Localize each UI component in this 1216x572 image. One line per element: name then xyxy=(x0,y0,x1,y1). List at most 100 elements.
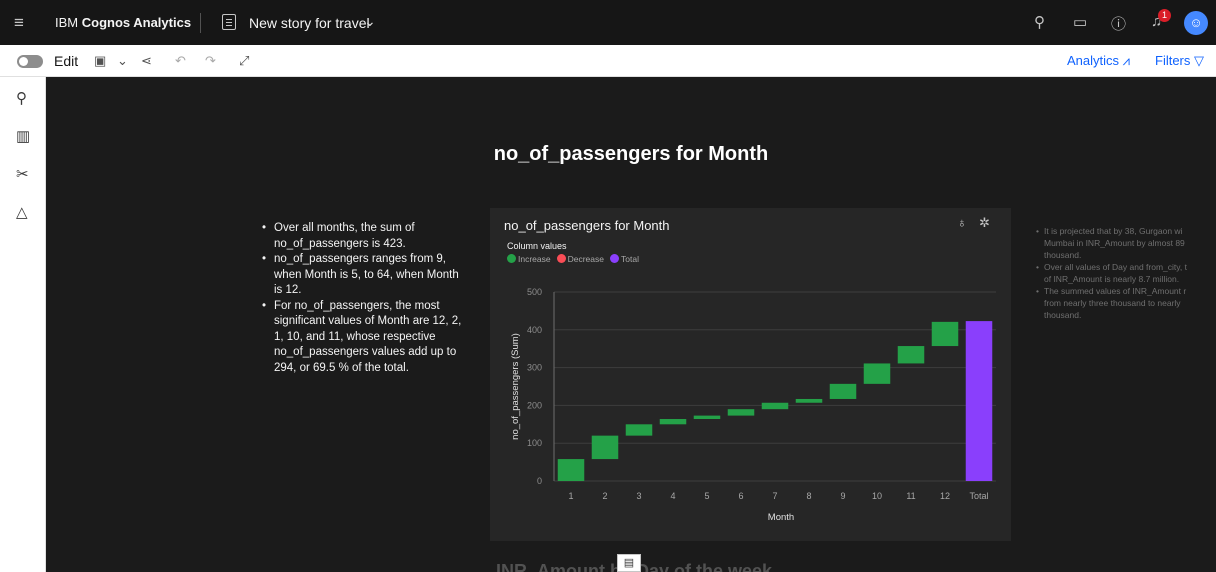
widgets-icon[interactable]: ✂ xyxy=(16,165,29,183)
y-axis-title: no_of_passengers (Sum) xyxy=(510,333,521,440)
legend-item-increase[interactable]: Increase xyxy=(507,254,551,264)
x-axis-title: Month xyxy=(768,512,794,523)
legend-title: Column values xyxy=(507,241,567,251)
right-insight-line: of INR_Amount is nearly 8.7 million. xyxy=(1044,274,1180,284)
x-tick-label: 9 xyxy=(840,491,845,501)
legend-swatch xyxy=(556,254,566,263)
x-tick-label: 12 xyxy=(940,491,950,501)
hamburger-menu-icon[interactable]: ≡ xyxy=(14,13,24,33)
filters-button[interactable]: Filters ▽ xyxy=(1155,53,1204,69)
legend-label: Total xyxy=(621,254,639,264)
settings-icon[interactable]: ✲ xyxy=(979,215,990,231)
story-title[interactable]: New story for travel xyxy=(249,15,370,31)
x-tick-label: 10 xyxy=(872,491,882,501)
top-nav-bar: ≡ IBM Cognos Analytics New story for tra… xyxy=(0,0,1216,45)
right-insight-item: The summed values of INR_Amount r from ne… xyxy=(1036,285,1216,321)
legend-label: Decrease xyxy=(567,254,604,264)
x-tick-label: 5 xyxy=(704,491,709,501)
right-insight-line: thousand. xyxy=(1044,310,1082,320)
analytics-button[interactable]: Analytics ⩘ xyxy=(1067,53,1130,69)
y-tick-label: 100 xyxy=(527,438,542,448)
redo-icon[interactable]: ↷ xyxy=(205,53,216,69)
y-tick-label: 0 xyxy=(537,476,542,486)
chart-legend: Increase Decrease Total xyxy=(507,254,639,264)
legend-label: Increase xyxy=(518,254,551,264)
right-insight-line: from nearly three thousand to nearly xyxy=(1044,298,1181,308)
filter-icon: ▽ xyxy=(1194,53,1205,68)
user-avatar[interactable]: ☺ xyxy=(1184,11,1208,35)
waterfall-bar[interactable] xyxy=(557,459,585,481)
x-tick-label: 1 xyxy=(568,491,573,501)
insight-item: no_of_passengers ranges from 9, when Mon… xyxy=(260,252,470,299)
waterfall-bar[interactable] xyxy=(625,424,653,436)
y-tick-label: 300 xyxy=(527,363,542,373)
legend-swatch xyxy=(610,254,619,263)
waterfall-bar[interactable] xyxy=(795,398,823,403)
legend-swatch xyxy=(507,254,516,263)
edit-toggle[interactable] xyxy=(17,55,43,68)
insight-item: Over all months, the sum of no_of_passen… xyxy=(260,221,470,252)
save-icon[interactable]: ▣ xyxy=(94,53,106,69)
waterfall-bar[interactable] xyxy=(693,415,721,420)
right-insight-item: Over all values of Day and from_city, t o… xyxy=(1036,261,1216,285)
x-tick-label: 6 xyxy=(738,491,743,501)
waterfall-bar[interactable] xyxy=(863,363,891,384)
right-insights-list: It is projected that by 38, Gurgaon wi Mu… xyxy=(1036,225,1216,321)
undo-icon[interactable]: ↶ xyxy=(175,53,186,69)
notification-badge: 1 xyxy=(1158,9,1171,22)
analytics-icon: ⩘ xyxy=(1122,53,1130,68)
waterfall-bar[interactable] xyxy=(829,383,857,399)
x-tick-label: 2 xyxy=(602,491,607,501)
scenes-panel-icon[interactable]: ▤ xyxy=(617,554,641,572)
lightbulb-icon[interactable]: ♁ xyxy=(957,215,967,230)
legend-item-decrease[interactable]: Decrease xyxy=(556,254,604,264)
right-insight-item: It is projected that by 38, Gurgaon wi Mu… xyxy=(1036,225,1216,261)
waterfall-bar[interactable] xyxy=(897,346,925,364)
waterfall-bar[interactable] xyxy=(965,321,993,481)
x-tick-label: 4 xyxy=(670,491,675,501)
y-tick-label: 200 xyxy=(527,400,542,410)
y-tick-label: 500 xyxy=(527,287,542,297)
waterfall-bar[interactable] xyxy=(591,435,619,460)
x-tick-label: 7 xyxy=(772,491,777,501)
story-toolbar: Edit ▣ ⌄ ⋖ ↶ ↷ ⤢ Analytics ⩘ Filters ▽ xyxy=(0,45,1216,77)
insight-item: For no_of_passengers, the most significa… xyxy=(260,299,470,377)
story-canvas: no_of_passengers for Month Over all mont… xyxy=(46,77,1216,572)
x-tick-label: Total xyxy=(969,491,988,501)
chevron-down-icon[interactable]: ⌄ xyxy=(364,13,376,30)
waterfall-bar[interactable] xyxy=(659,419,687,425)
waterfall-bar[interactable] xyxy=(761,402,789,410)
right-insight-line: Mumbai in INR_Amount by almost 89 xyxy=(1044,238,1185,248)
shapes-icon[interactable]: △ xyxy=(16,203,28,221)
waterfall-bar[interactable] xyxy=(931,321,959,347)
x-tick-label: 3 xyxy=(636,491,641,501)
brand-name: Cognos Analytics xyxy=(81,15,192,30)
share-icon[interactable]: ⋖ xyxy=(141,53,152,69)
waterfall-bar[interactable] xyxy=(727,409,755,416)
visualizations-icon[interactable]: ▥ xyxy=(16,127,30,145)
edit-label: Edit xyxy=(54,53,79,69)
y-tick-label: 400 xyxy=(527,325,542,335)
x-tick-label: 11 xyxy=(906,491,915,501)
right-insight-line: Over all values of Day and from_city, t xyxy=(1044,262,1187,272)
left-rail: ⚲ ▥ ✂ △ xyxy=(0,77,46,572)
chart-card-title: no_of_passengers for Month xyxy=(504,218,670,233)
right-insight-line: The summed values of INR_Amount r xyxy=(1044,286,1187,296)
right-insight-line: It is projected that by 38, Gurgaon wi xyxy=(1044,226,1183,236)
header-divider xyxy=(200,13,201,33)
search-icon[interactable]: ⚲ xyxy=(1034,13,1045,31)
product-brand: IBM Cognos Analytics xyxy=(55,15,191,30)
help-icon[interactable]: ⓘ xyxy=(1111,13,1126,34)
scene-heading: no_of_passengers for Month xyxy=(493,143,769,165)
chat-icon[interactable]: ▭ xyxy=(1073,13,1087,31)
insights-list: Over all months, the sum of no_of_passen… xyxy=(260,221,470,376)
x-tick-label: 8 xyxy=(806,491,811,501)
save-menu-chevron-icon[interactable]: ⌄ xyxy=(117,53,128,69)
pin-icon[interactable]: ⚲ xyxy=(16,89,27,107)
story-icon xyxy=(222,14,236,30)
brand-prefix: IBM xyxy=(55,15,82,30)
legend-item-total[interactable]: Total xyxy=(610,254,639,264)
fullscreen-icon[interactable]: ⤢ xyxy=(239,53,249,69)
chart-card[interactable]: 0 100 200 300 400 500 1 2 3 4 5 6 7 8 9 10 11 12 Total Mont… xyxy=(490,208,1011,541)
analytics-label: Analytics xyxy=(1067,53,1120,68)
